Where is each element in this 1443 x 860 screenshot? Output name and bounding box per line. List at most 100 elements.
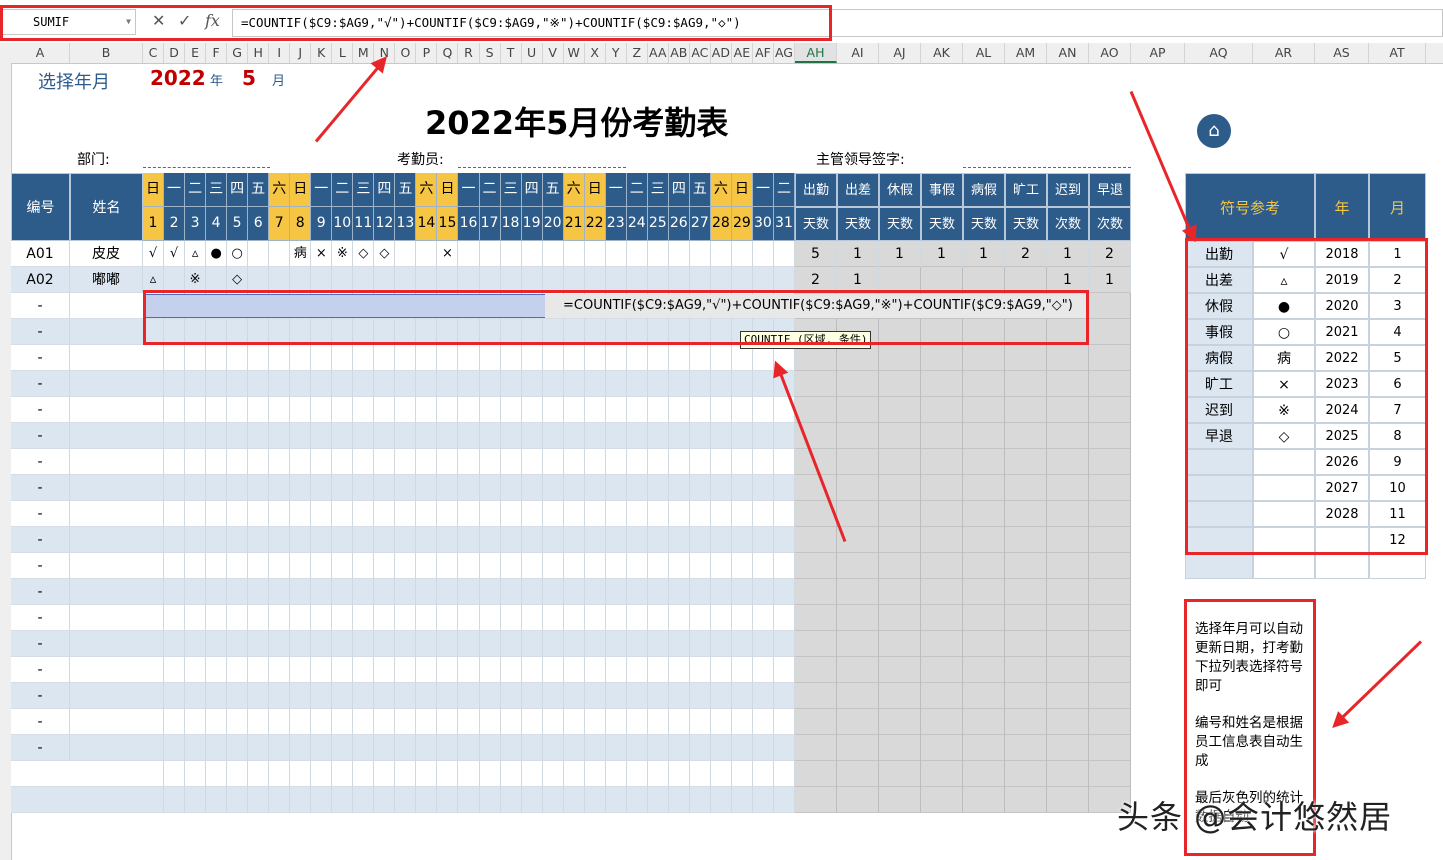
day-cell[interactable] [564,371,585,397]
day-cell[interactable] [206,683,228,709]
day-cell[interactable] [690,371,711,397]
column-header-ad[interactable]: AD [711,43,732,63]
attendance-mark[interactable]: ○ [227,241,249,267]
column-header-an[interactable]: AN [1047,43,1089,63]
day-cell[interactable] [164,683,186,709]
column-header-ab[interactable]: AB [669,43,690,63]
day-cell[interactable] [206,553,228,579]
day-cell[interactable] [774,241,795,267]
day-cell[interactable] [648,631,669,657]
day-cell[interactable] [248,475,270,501]
day-cell[interactable] [458,683,480,709]
day-cell[interactable] [353,579,375,605]
day-cell[interactable] [227,475,249,501]
day-cell[interactable] [774,527,795,553]
day-cell[interactable] [311,553,333,579]
day-cell[interactable] [269,605,291,631]
day-cell[interactable] [185,397,207,423]
day-cell[interactable] [248,553,270,579]
day-cell[interactable] [395,449,417,475]
day-cell[interactable] [248,579,270,605]
day-cell[interactable] [332,449,354,475]
day-cell[interactable] [543,787,564,813]
day-cell[interactable] [606,631,627,657]
day-cell[interactable] [648,683,669,709]
day-cell[interactable] [648,501,669,527]
day-cell[interactable] [585,787,606,813]
day-cell[interactable] [185,709,207,735]
day-cell[interactable] [185,657,207,683]
day-cell[interactable] [437,397,459,423]
column-header-r[interactable]: R [458,43,480,63]
day-cell[interactable] [669,631,690,657]
day-cell[interactable] [753,423,774,449]
day-cell[interactable] [669,241,690,267]
day-cell[interactable] [395,735,417,761]
day-cell[interactable] [543,397,564,423]
day-cell[interactable] [711,605,732,631]
column-header-ag[interactable]: AG [774,43,795,63]
day-cell[interactable] [774,787,795,813]
day-cell[interactable] [290,553,312,579]
day-cell[interactable] [564,657,585,683]
day-cell[interactable] [711,423,732,449]
day-cell[interactable] [522,631,543,657]
column-header-q[interactable]: Q [437,43,459,63]
day-cell[interactable] [458,579,480,605]
day-cell[interactable] [564,527,585,553]
day-cell[interactable] [311,787,333,813]
day-cell[interactable] [227,787,249,813]
day-cell[interactable] [227,397,249,423]
column-header-e[interactable]: E [185,43,207,63]
day-cell[interactable] [501,397,522,423]
day-cell[interactable] [690,449,711,475]
day-cell[interactable] [669,345,690,371]
day-cell[interactable] [648,423,669,449]
day-cell[interactable] [543,735,564,761]
day-cell[interactable] [269,527,291,553]
day-cell[interactable] [648,761,669,787]
day-cell[interactable] [374,787,396,813]
day-cell[interactable] [606,423,627,449]
day-cell[interactable] [227,709,249,735]
day-cell[interactable] [690,241,711,267]
day-cell[interactable] [732,605,753,631]
day-cell[interactable] [437,553,459,579]
day-cell[interactable] [522,501,543,527]
day-cell[interactable] [458,735,480,761]
day-cell[interactable] [227,761,249,787]
day-cell[interactable] [774,423,795,449]
day-cell[interactable] [501,735,522,761]
day-cell[interactable] [164,761,186,787]
column-header-u[interactable]: U [522,43,543,63]
day-cell[interactable] [227,657,249,683]
day-cell[interactable] [501,631,522,657]
day-cell[interactable] [585,449,606,475]
day-cell[interactable] [501,683,522,709]
day-cell[interactable] [648,787,669,813]
day-cell[interactable] [311,397,333,423]
column-header-af[interactable]: AF [753,43,774,63]
day-cell[interactable] [374,631,396,657]
day-cell[interactable] [732,553,753,579]
day-cell[interactable] [206,709,228,735]
day-cell[interactable] [395,501,417,527]
day-cell[interactable] [522,761,543,787]
day-cell[interactable] [206,371,228,397]
day-cell[interactable] [753,605,774,631]
day-cell[interactable] [458,397,480,423]
day-cell[interactable] [564,397,585,423]
day-cell[interactable] [248,397,270,423]
day-cell[interactable] [711,683,732,709]
day-cell[interactable] [416,709,438,735]
year-select[interactable]: 2022 [150,66,206,90]
day-cell[interactable] [585,735,606,761]
column-header-k[interactable]: K [311,43,333,63]
day-cell[interactable] [353,345,375,371]
day-cell[interactable] [522,605,543,631]
day-cell[interactable] [395,787,417,813]
day-cell[interactable] [585,631,606,657]
day-cell[interactable] [669,709,690,735]
day-cell[interactable] [480,787,501,813]
day-cell[interactable] [711,631,732,657]
